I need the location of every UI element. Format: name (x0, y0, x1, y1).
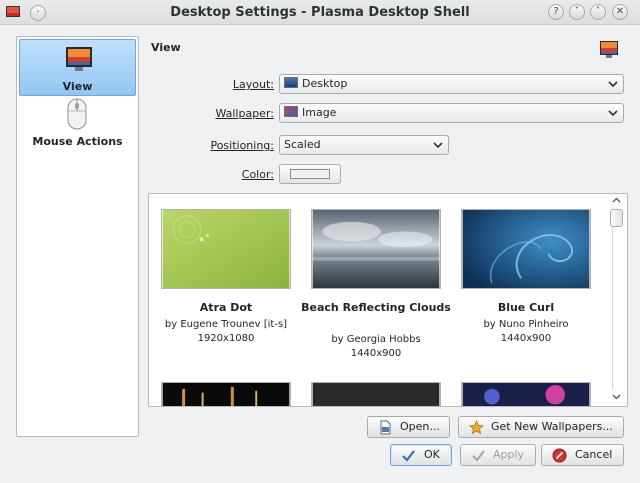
wallpaper-tile[interactable] (451, 382, 601, 406)
ok-label: OK (424, 448, 440, 461)
close-button[interactable]: ✕ (612, 4, 628, 20)
sidebar-item-view[interactable]: View (19, 39, 136, 96)
positioning-label: Positioning: (210, 139, 274, 152)
ok-button[interactable]: OK (390, 444, 452, 466)
wallpaper-value: Image (302, 106, 337, 119)
wallpaper-author: by Nuno Pinheiro (483, 319, 569, 330)
wallpaper-thumbnail (461, 382, 591, 406)
checkmark-icon (402, 450, 415, 462)
wallpaper-resolution: 1440x900 (500, 333, 552, 344)
open-label: Open... (400, 420, 440, 433)
wallpaper-author: by Georgia Hobbs (331, 334, 421, 345)
wallpaper-tile[interactable] (151, 382, 301, 406)
window-title: Desktop Settings - Plasma Desktop Shell (170, 5, 470, 20)
chevron-down-icon (433, 142, 443, 149)
star-icon (469, 420, 484, 435)
wallpaper-name: Blue Curl (497, 301, 555, 314)
layout-value: Desktop (302, 77, 348, 90)
desktop-view-icon (66, 47, 92, 71)
wallpaper-resolution: 1440x900 (350, 348, 402, 359)
wallpaper-combo[interactable]: Image (279, 103, 624, 123)
color-swatch (290, 169, 330, 179)
cancel-label: Cancel (575, 448, 613, 461)
wallpaper-thumbnail (311, 209, 441, 289)
apply-label: Apply (493, 448, 525, 461)
wallpaper-author: by Eugene Trounev [it-s] (164, 319, 288, 330)
file-icon (380, 420, 391, 435)
scroll-thumb[interactable] (610, 209, 623, 227)
layout-label: Layout: (232, 78, 274, 91)
sidebar-item-label: Mouse Actions (32, 135, 123, 148)
vertical-scrollbar[interactable] (609, 196, 625, 404)
mouse-icon (67, 98, 87, 130)
wallpaper-name: Atra Dot (199, 301, 253, 314)
wallpaper-resolution: 1920x1080 (197, 333, 255, 344)
positioning-value: Scaled (284, 138, 321, 151)
wallpaper-name: Beach Reflecting Clouds (301, 301, 451, 314)
scroll-track[interactable] (612, 210, 621, 390)
open-button[interactable]: Open... (367, 416, 450, 438)
wallpaper-grid[interactable]: Atra Dot by Eugene Trounev [it-s] 1920x1… (148, 193, 628, 407)
category-list: View Mouse Actions (16, 36, 139, 437)
help-button[interactable]: ? (548, 4, 564, 20)
help-icon: ? (553, 6, 559, 17)
wallpaper-tile-blue-curl[interactable]: Blue Curl by Nuno Pinheiro 1440x900 (451, 194, 601, 374)
get-new-wallpapers-button[interactable]: Get New Wallpapers... (458, 416, 624, 438)
positioning-combo[interactable]: Scaled (279, 135, 449, 155)
chevron-down-icon: ˅ (574, 6, 580, 17)
maximize-button[interactable]: ˄ (590, 4, 606, 20)
wallpaper-label: Wallpaper: (215, 107, 274, 120)
color-label: Color: (241, 168, 274, 181)
desktop-view-icon (600, 41, 618, 58)
wallpaper-tile-beach-reflecting-clouds[interactable]: Beach Reflecting Clouds by Georgia Hobbs… (301, 194, 451, 374)
chevron-down-icon (608, 110, 618, 117)
cancel-button[interactable]: Cancel (541, 444, 624, 466)
scroll-up-icon[interactable] (611, 196, 622, 205)
cancel-icon (552, 448, 567, 463)
wallpaper-thumbnail (161, 209, 291, 289)
chevron-up-icon: ˄ (595, 6, 601, 17)
minimize-button[interactable]: ˅ (569, 4, 585, 20)
checkmark-icon (472, 450, 485, 462)
get-new-label: Get New Wallpapers... (491, 420, 613, 433)
scroll-down-icon[interactable] (611, 392, 622, 401)
sidebar-item-mouse-actions[interactable]: Mouse Actions (19, 97, 136, 154)
wallpaper-thumbnail (461, 209, 591, 289)
page-title: View (151, 41, 181, 54)
color-picker-button[interactable] (279, 164, 341, 184)
title-bar[interactable]: · Desktop Settings - Plasma Desktop Shel… (0, 0, 640, 25)
sidebar-item-label: View (62, 80, 93, 93)
image-icon (284, 106, 298, 117)
layout-combo[interactable]: Desktop (279, 74, 624, 94)
chevron-down-icon (608, 81, 618, 88)
wallpaper-tile[interactable] (301, 382, 451, 406)
wallpaper-thumbnail (311, 382, 441, 406)
apply-button[interactable]: Apply (460, 444, 536, 466)
close-icon: ✕ (615, 6, 625, 17)
wallpaper-tile-atra-dot[interactable]: Atra Dot by Eugene Trounev [it-s] 1920x1… (151, 194, 301, 374)
desktop-icon (284, 77, 298, 88)
wallpaper-thumbnail (161, 382, 291, 406)
